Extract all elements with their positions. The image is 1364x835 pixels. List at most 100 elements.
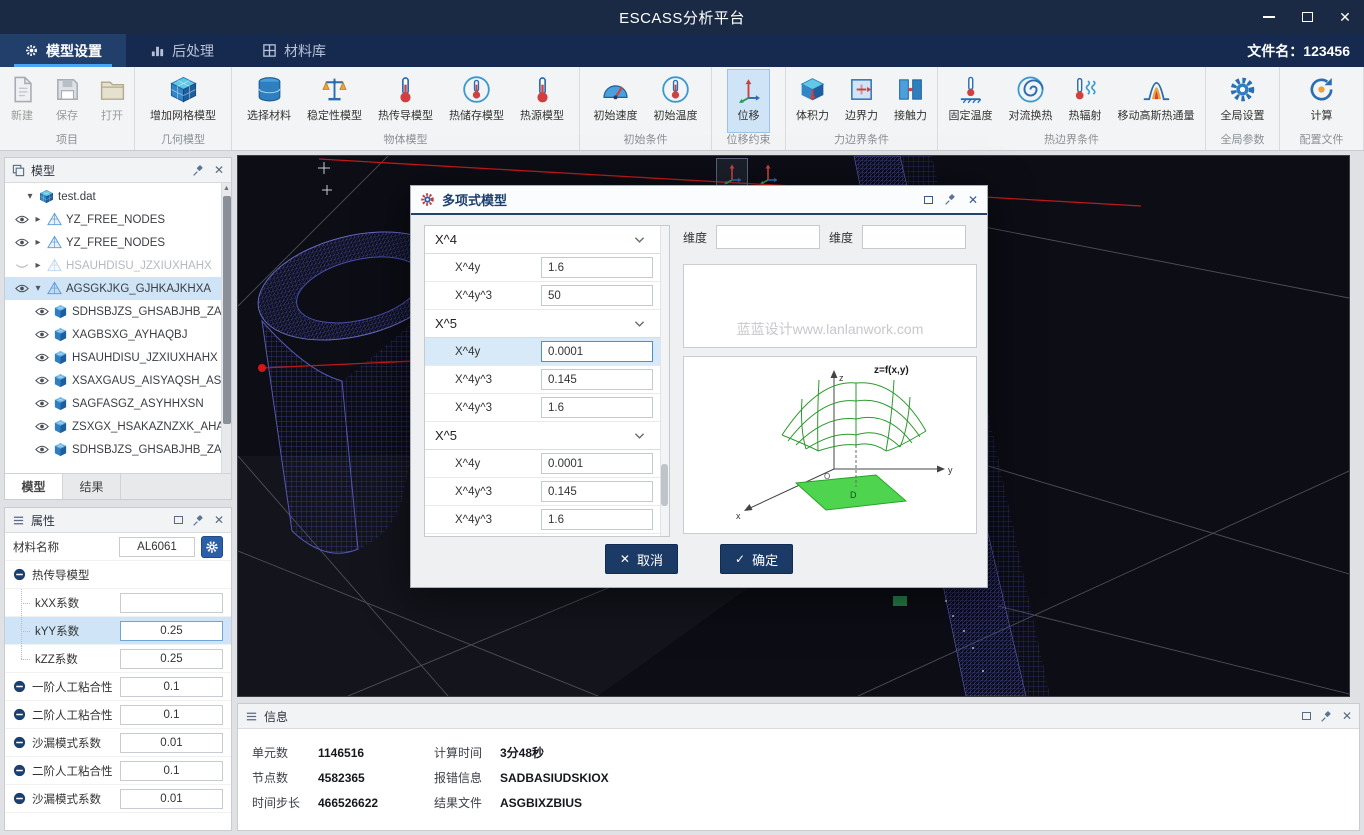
dialog-header[interactable]: 多项式模型 ✕ [411, 186, 987, 215]
term-row[interactable]: X^4y^3 [425, 478, 669, 506]
term-value-input[interactable] [541, 397, 653, 418]
tab-results[interactable]: 结果 [63, 474, 121, 499]
property-row-kxx[interactable]: kXX系数 [5, 589, 231, 617]
kzz-input[interactable] [120, 649, 223, 669]
tree-item-solid[interactable]: ZSXGX_HSAKAZNZXK_AHASX [5, 415, 231, 438]
term-row[interactable]: X^4y^3 [425, 282, 669, 310]
tab-model-tree[interactable]: 模型 [5, 474, 63, 499]
ribbon-select-material-button[interactable]: 选择材料 [240, 69, 298, 133]
section-header-x5b[interactable]: X^5 [425, 422, 669, 450]
term-value-input[interactable] [541, 369, 653, 390]
ok-button[interactable]: ✓ 确定 [720, 544, 793, 574]
dialog-pin-button[interactable] [944, 193, 957, 206]
visibility-eye-icon[interactable] [35, 329, 49, 340]
visibility-eye-icon[interactable] [15, 283, 29, 294]
kyy-input[interactable] [120, 621, 223, 641]
ribbon-new-button[interactable]: 新建 [1, 69, 44, 133]
viscosity-3-input[interactable] [120, 761, 223, 781]
tree-item-surface-hidden[interactable]: ▸ HSAUHDISU_JZXIUXHAHX [5, 254, 231, 277]
property-row-viscosity-3[interactable]: 二阶人工粘合性 [5, 757, 231, 785]
term-value-input[interactable] [541, 285, 653, 306]
pin-icon[interactable] [1320, 710, 1333, 723]
tree-item-surface[interactable]: ▸ YZ_FREE_NODES [5, 208, 231, 231]
collapse-icon[interactable] [13, 736, 26, 749]
restore-panel-icon[interactable] [174, 516, 183, 524]
caret-down-icon[interactable]: ▾ [25, 191, 35, 202]
material-name-input[interactable] [119, 537, 195, 557]
tab-post-processing[interactable]: 后处理 [126, 34, 238, 67]
tree-item-solid[interactable]: SDHSBJZS_GHSABJHB_ZAHU [5, 300, 231, 323]
term-row[interactable]: X^4y [425, 254, 669, 282]
ribbon-displacement-button[interactable]: 位移 [727, 69, 770, 133]
ribbon-add-mesh-button[interactable]: 增加网格模型 [143, 69, 223, 133]
term-value-input[interactable] [541, 453, 653, 474]
ribbon-global-settings-button[interactable]: 全局设置 [1214, 69, 1272, 133]
pin-icon[interactable] [192, 164, 205, 177]
ribbon-convection-button[interactable]: 对流换热 [1002, 69, 1060, 133]
tree-item-surface[interactable]: ▸ YZ_FREE_NODES [5, 231, 231, 254]
tree-item-solid[interactable]: XSAXGAUS_AISYAQSH_ASHX [5, 369, 231, 392]
viscosity-1-input[interactable] [120, 677, 223, 697]
property-row-kzz[interactable]: kZZ系数 [5, 645, 231, 673]
tree-item-solid[interactable]: HSAUHDISU_JZXIUXHAHX [5, 346, 231, 369]
scrollbar-thumb[interactable] [223, 196, 231, 424]
viscosity-2-input[interactable] [120, 705, 223, 725]
tree-scrollbar[interactable]: ▲ [221, 183, 231, 473]
term-row[interactable]: X^4y [425, 450, 669, 478]
collapse-icon[interactable] [13, 680, 26, 693]
visibility-eye-icon[interactable] [35, 375, 49, 386]
property-row-viscosity-1[interactable]: 一阶人工粘合性 [5, 673, 231, 701]
viewport-displacement-marker-1[interactable] [716, 158, 748, 188]
ribbon-initial-velocity-button[interactable]: 初始速度 [587, 69, 645, 133]
property-row-viscosity-2[interactable]: 二阶人工粘合性 [5, 701, 231, 729]
term-value-input[interactable] [541, 481, 653, 502]
ribbon-boundary-force-button[interactable]: 边界力 [838, 69, 885, 133]
visibility-eye-off-icon[interactable] [15, 260, 29, 271]
ribbon-heat-source-button[interactable]: 热源模型 [513, 69, 571, 133]
visibility-eye-icon[interactable] [35, 352, 49, 363]
hourglass-1-input[interactable] [120, 733, 223, 753]
ribbon-heat-conduction-button[interactable]: 热传导模型 [371, 69, 440, 133]
collapse-icon[interactable] [13, 568, 26, 581]
visibility-eye-icon[interactable] [35, 306, 49, 317]
caret-right-icon[interactable]: ▸ [33, 260, 43, 271]
hourglass-2-input[interactable] [120, 789, 223, 809]
caret-right-icon[interactable]: ▸ [33, 237, 43, 248]
property-section-heat-conduction[interactable]: 热传导模型 [5, 561, 231, 589]
kxx-input[interactable] [120, 593, 223, 613]
tree-item-surface-selected[interactable]: ▾ AGSGKJKG_GJHKAJKHXA [5, 277, 231, 300]
ribbon-contact-force-button[interactable]: 接触力 [887, 69, 934, 133]
dialog-scrollbar[interactable] [660, 226, 669, 536]
scrollbar-thumb[interactable] [661, 464, 668, 506]
visibility-eye-icon[interactable] [15, 237, 29, 248]
property-row-kyy-selected[interactable]: kYY系数 [5, 617, 231, 645]
caret-right-icon[interactable]: ▸ [33, 214, 43, 225]
material-settings-button[interactable] [201, 536, 223, 558]
dimension-input-2[interactable] [862, 225, 966, 249]
collapse-icon[interactable] [13, 708, 26, 721]
term-value-input[interactable] [541, 341, 653, 362]
property-row-hourglass-2[interactable]: 沙漏模式系数 [5, 785, 231, 813]
term-row[interactable]: X^4y^3 [425, 394, 669, 422]
dialog-maximize-button[interactable] [924, 196, 933, 204]
visibility-eye-icon[interactable] [35, 421, 49, 432]
ribbon-radiation-button[interactable]: 热辐射 [1062, 69, 1109, 133]
ribbon-heat-storage-button[interactable]: 热储存模型 [442, 69, 511, 133]
section-header-x4[interactable]: X^4 [425, 226, 669, 254]
maximize-button[interactable] [1300, 10, 1314, 24]
collapse-icon[interactable] [13, 764, 26, 777]
term-value-input[interactable] [541, 257, 653, 278]
collapse-icon[interactable] [13, 792, 26, 805]
visibility-eye-icon[interactable] [15, 214, 29, 225]
ribbon-compute-button[interactable]: 计算 [1300, 69, 1343, 133]
close-panel-icon[interactable]: ✕ [214, 163, 224, 177]
close-panel-icon[interactable]: ✕ [1342, 709, 1352, 723]
ribbon-stability-model-button[interactable]: 稳定性模型 [300, 69, 369, 133]
ribbon-open-button[interactable]: 打开 [91, 69, 134, 133]
section-header-x5a[interactable]: X^5 [425, 310, 669, 338]
term-row-selected[interactable]: X^4y [425, 338, 669, 366]
term-row[interactable]: X^4y^3 [425, 366, 669, 394]
tab-material-library[interactable]: 材料库 [238, 34, 350, 67]
property-row-hourglass-1[interactable]: 沙漏模式系数 [5, 729, 231, 757]
close-window-button[interactable]: ✕ [1338, 10, 1352, 24]
